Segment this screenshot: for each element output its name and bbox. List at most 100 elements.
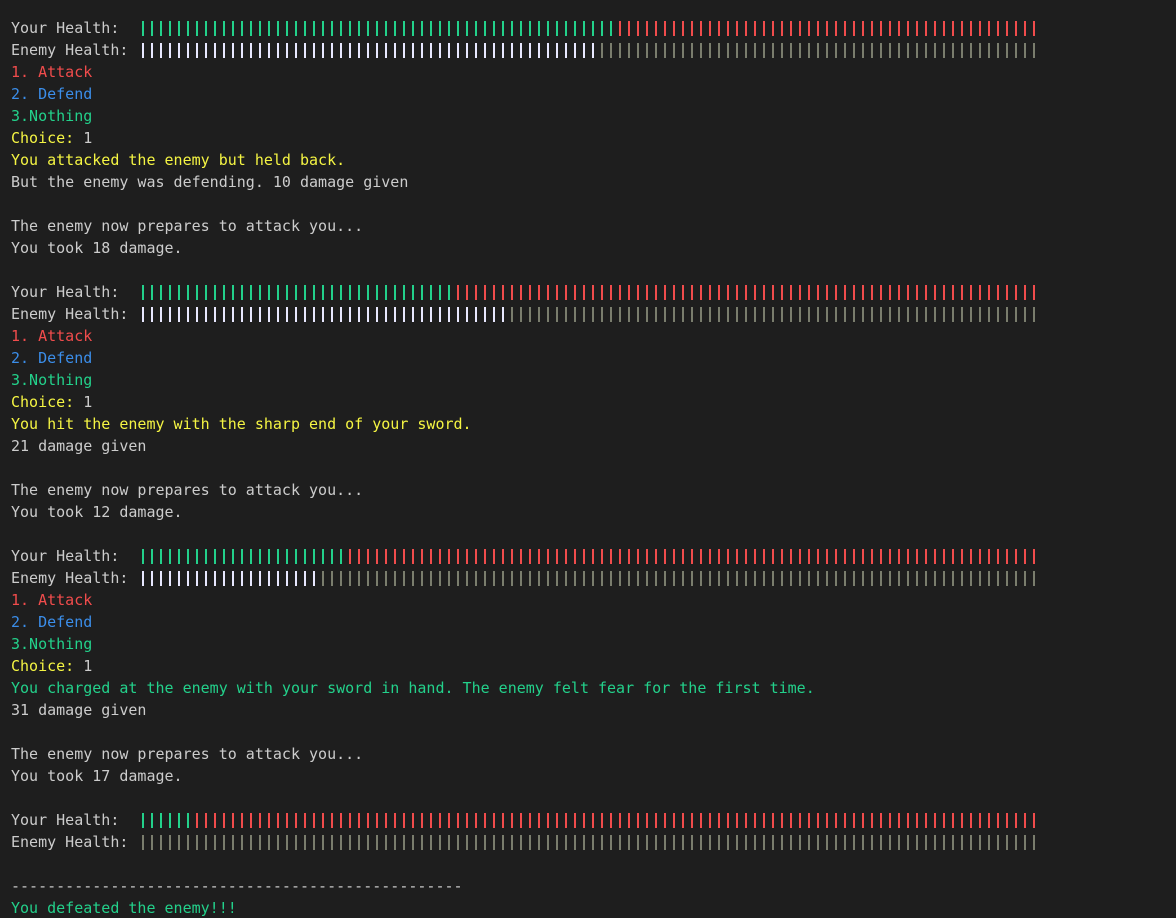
your-health-bar-line: Your Health: (11, 281, 1176, 303)
health-tick-filled (268, 285, 270, 300)
health-tick-filled (340, 43, 342, 58)
health-tick-empty (1006, 813, 1008, 828)
health-tick-empty (574, 307, 576, 322)
health-tick-filled (232, 43, 234, 58)
enemy-prepares-message: The enemy now prepares to attack you... (11, 745, 364, 763)
health-tick-empty (574, 835, 576, 850)
health-tick-empty (952, 21, 954, 36)
health-tick-empty (808, 307, 810, 322)
health-tick-empty (547, 835, 549, 850)
health-tick-empty (925, 571, 927, 586)
health-tick-filled (502, 43, 504, 58)
health-tick-empty (1024, 21, 1026, 36)
choice-prompt: Choice: (11, 657, 75, 675)
health-tick-filled (322, 43, 324, 58)
health-tick-empty (241, 835, 243, 850)
health-tick-filled (232, 549, 234, 564)
health-tick-empty (628, 571, 630, 586)
health-tick-empty (637, 307, 639, 322)
health-tick-empty (763, 307, 765, 322)
health-tick-empty (781, 835, 783, 850)
health-tick-filled (295, 549, 297, 564)
health-tick-empty (736, 285, 738, 300)
health-tick-filled (475, 43, 477, 58)
health-tick-empty (862, 43, 864, 58)
health-tick-empty (538, 285, 540, 300)
enemy-health-bar (139, 43, 1036, 58)
health-tick-empty (925, 813, 927, 828)
health-tick-empty (430, 813, 432, 828)
health-tick-empty (727, 571, 729, 586)
damage-given-message: 31 damage given (11, 701, 147, 719)
health-tick-empty (583, 571, 585, 586)
health-tick-empty (772, 549, 774, 564)
health-tick-empty (898, 285, 900, 300)
health-tick-empty (763, 813, 765, 828)
choice-line: Choice: 1 (11, 391, 1176, 413)
health-tick-filled (439, 285, 441, 300)
health-tick-empty (952, 813, 954, 828)
health-tick-empty (1015, 43, 1017, 58)
health-tick-empty (430, 835, 432, 850)
health-tick-filled (277, 21, 279, 36)
health-tick-empty (781, 571, 783, 586)
enemy-prepares-message: The enemy now prepares to attack you... (11, 481, 364, 499)
health-tick-filled (358, 285, 360, 300)
health-tick-empty (664, 835, 666, 850)
health-tick-filled (277, 549, 279, 564)
health-tick-filled (376, 307, 378, 322)
health-tick-filled (304, 21, 306, 36)
health-tick-empty (736, 813, 738, 828)
health-tick-empty (754, 43, 756, 58)
health-tick-empty (466, 549, 468, 564)
health-tick-filled (196, 21, 198, 36)
health-tick-filled (367, 285, 369, 300)
health-tick-empty (682, 835, 684, 850)
health-tick-empty (754, 21, 756, 36)
separator-line: ----------------------------------------… (11, 877, 463, 895)
health-tick-empty (961, 549, 963, 564)
health-tick-empty (682, 549, 684, 564)
health-tick-filled (331, 549, 333, 564)
health-tick-filled (322, 549, 324, 564)
health-tick-empty (484, 813, 486, 828)
health-tick-empty (979, 813, 981, 828)
health-tick-empty (511, 307, 513, 322)
health-tick-empty (781, 549, 783, 564)
health-tick-empty (529, 571, 531, 586)
health-tick-filled (169, 43, 171, 58)
health-tick-empty (808, 835, 810, 850)
health-tick-empty (295, 813, 297, 828)
health-tick-empty (547, 307, 549, 322)
health-tick-empty (511, 835, 513, 850)
health-tick-empty (583, 307, 585, 322)
health-tick-empty (475, 285, 477, 300)
health-tick-empty (385, 549, 387, 564)
health-tick-empty (727, 21, 729, 36)
health-tick-empty (943, 571, 945, 586)
health-tick-empty (529, 835, 531, 850)
health-tick-filled (367, 21, 369, 36)
health-tick-empty (556, 307, 558, 322)
health-tick-empty (673, 21, 675, 36)
health-tick-empty (979, 43, 981, 58)
health-tick-empty (1033, 571, 1035, 586)
health-tick-empty (817, 571, 819, 586)
health-tick-filled (160, 813, 162, 828)
enemy-health-bar-label: Enemy Health: (11, 833, 129, 851)
health-tick-empty (412, 571, 414, 586)
health-tick-filled (466, 21, 468, 36)
health-tick-empty (601, 549, 603, 564)
health-tick-empty (808, 43, 810, 58)
health-tick-empty (439, 549, 441, 564)
health-tick-empty (583, 285, 585, 300)
health-tick-empty (880, 549, 882, 564)
health-tick-empty (880, 285, 882, 300)
damage-taken-message: You took 12 damage. (11, 503, 183, 521)
health-tick-empty (844, 307, 846, 322)
health-tick-filled (295, 43, 297, 58)
